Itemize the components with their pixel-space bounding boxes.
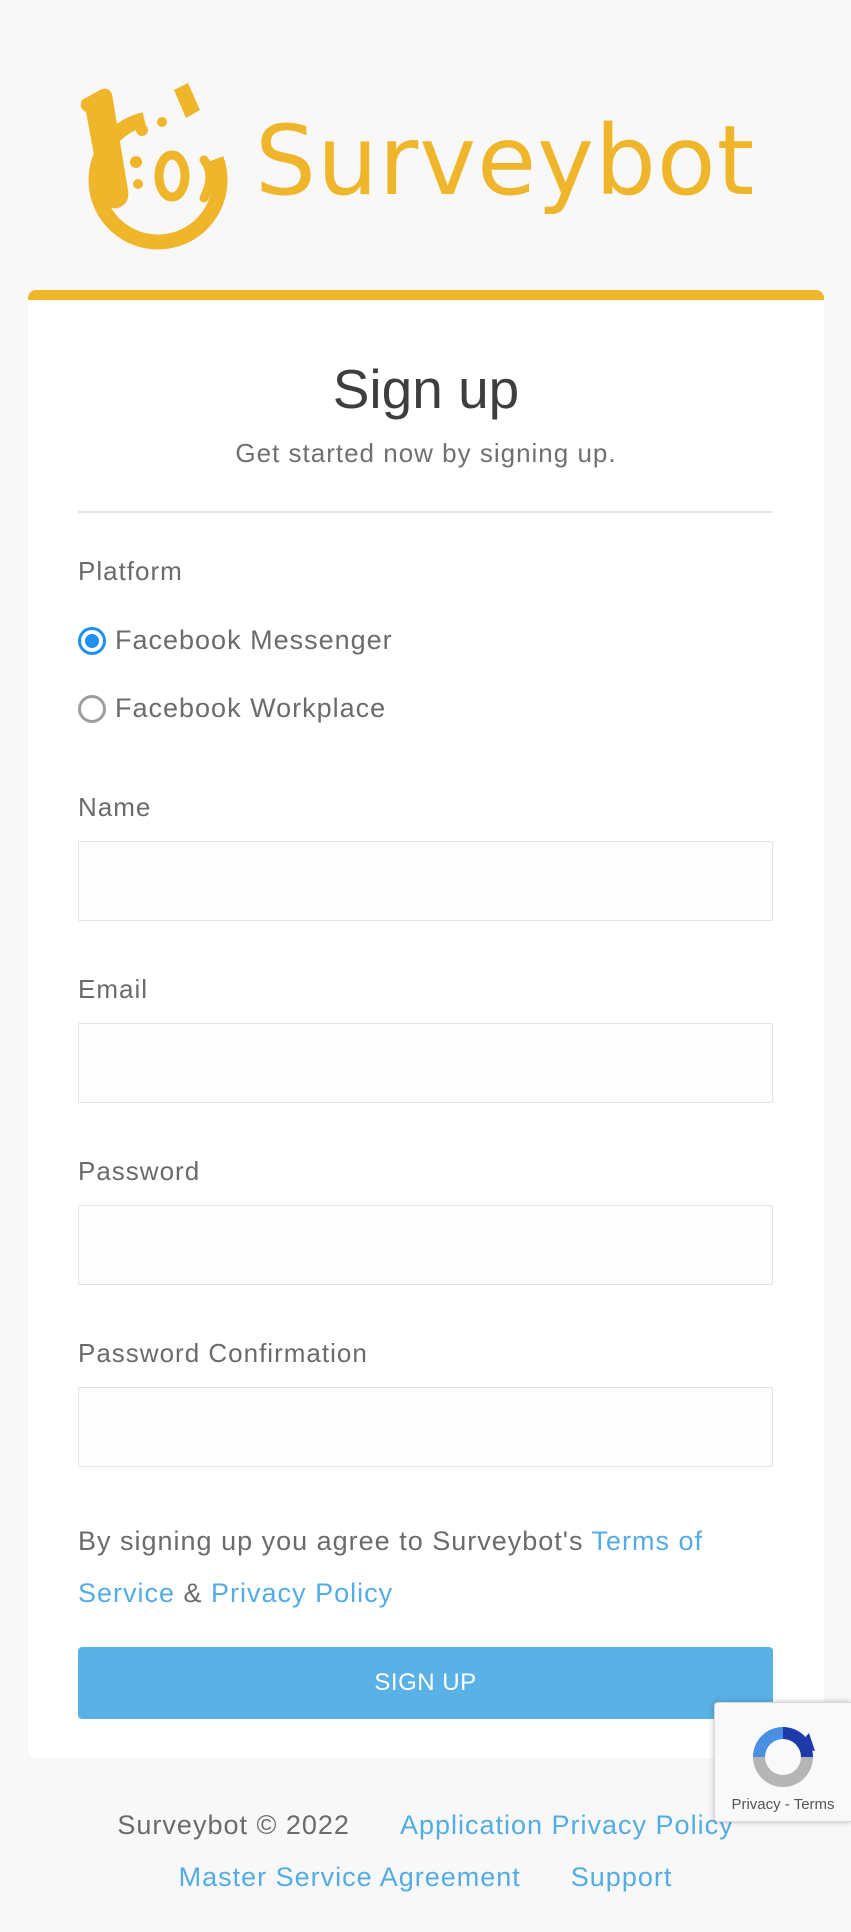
recaptcha-terms-link[interactable]: Terms — [794, 1796, 835, 1813]
platform-label: Platform — [78, 556, 183, 586]
recaptcha-badge[interactable]: Privacy - Terms — [714, 1702, 851, 1822]
recaptcha-icon — [753, 1727, 815, 1787]
privacy-policy-link[interactable]: Privacy Policy — [211, 1578, 393, 1608]
sign-up-button[interactable]: SIGN UP — [78, 1647, 773, 1719]
recaptcha-privacy-link[interactable]: Privacy — [731, 1796, 780, 1813]
password-confirmation-label: Password Confirmation — [78, 1338, 368, 1368]
radio-facebook-workplace[interactable]: Facebook Workplace — [78, 693, 386, 724]
agreement-prefix: By signing up you agree to Surveybot's — [78, 1526, 592, 1556]
page-subtitle: Get started now by signing up. — [235, 438, 617, 468]
signup-card: Sign up Get started now by signing up. P… — [28, 290, 824, 1758]
name-input[interactable] — [78, 841, 773, 921]
password-confirmation-input[interactable] — [78, 1387, 773, 1467]
radio-unchecked-icon[interactable] — [78, 694, 106, 723]
name-label: Name — [78, 792, 152, 822]
divider — [78, 511, 773, 513]
surveybot-mascot-icon — [80, 83, 228, 250]
master-service-agreement-link[interactable]: Master Service Agreement — [179, 1862, 521, 1893]
radio-label: Facebook Messenger — [115, 625, 393, 655]
agreement-ampersand: & — [175, 1578, 212, 1608]
copyright-text: Surveybot © 2022 — [117, 1810, 350, 1840]
radio-facebook-messenger[interactable]: Facebook Messenger — [78, 625, 393, 656]
email-input[interactable] — [78, 1023, 773, 1103]
recaptcha-separator: - — [780, 1796, 794, 1813]
brand-logo[interactable]: Surveybot — [76, 80, 755, 250]
brand-name: Surveybot — [255, 105, 756, 217]
agreement-text: By signing up you agree to Surveybot's T… — [78, 1515, 778, 1619]
radio-label: Facebook Workplace — [115, 693, 387, 723]
email-label: Email — [78, 974, 149, 1004]
support-link[interactable]: Support — [571, 1862, 673, 1893]
password-input[interactable] — [78, 1205, 773, 1285]
radio-checked-icon[interactable] — [78, 626, 106, 655]
password-label: Password — [78, 1156, 201, 1186]
footer-row-2: Master Service Agreement Support — [0, 1862, 851, 1893]
page-title: Sign up — [332, 358, 520, 420]
application-privacy-policy-link[interactable]: Application Privacy Policy — [400, 1810, 734, 1841]
recaptcha-links: Privacy - Terms — [715, 1796, 851, 1813]
